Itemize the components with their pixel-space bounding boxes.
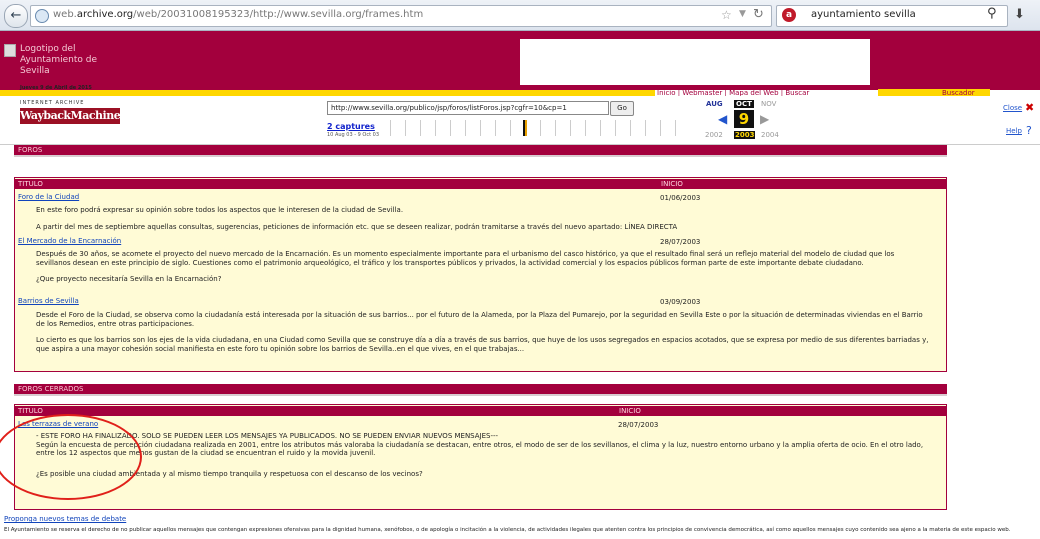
logo-alt-text: Logotipo del Ayuntamiento de Sevilla: [20, 44, 97, 76]
closed-notice: - ESTE FORO HA FINALIZADO. SOLO SE PUEDE…: [36, 432, 499, 440]
footer-disclaimer: El Ayuntamiento se reserva el derecho de…: [4, 527, 1011, 533]
month-prev[interactable]: AUG: [706, 100, 723, 108]
foro-date: 01/06/2003: [660, 194, 701, 202]
foro-date: 03/09/2003: [660, 298, 701, 306]
timeline-tick: [630, 120, 631, 136]
timeline-tick: [600, 120, 601, 136]
foro-desc-p2: ¿Es posible una ciudad ambientada y al m…: [36, 469, 423, 478]
close-link[interactable]: Close: [1003, 104, 1022, 112]
foros-col-date: INICIO: [658, 179, 947, 189]
foro-desc-p2: Lo cierto es que los barrios son los eje…: [36, 336, 929, 353]
broken-image-icon: [4, 44, 16, 57]
address-text: web.archive.org/web/20031008195323/http:…: [53, 9, 423, 20]
foro-title-link[interactable]: Barrios de Sevilla: [18, 297, 79, 305]
cerrados-col-title: TITULO: [15, 406, 616, 416]
close-icon[interactable]: ✖: [1025, 101, 1034, 114]
cerrados-section-bar: FOROS CERRADOS: [14, 384, 947, 396]
timeline-tick: [480, 120, 481, 136]
foro-description: Después de 30 años, se acomete el proyec…: [36, 250, 931, 292]
year-next: 2004: [761, 131, 779, 139]
cerrados-section-title: FOROS CERRADOS: [18, 385, 84, 393]
year-prev: 2002: [705, 131, 723, 139]
year-current: 2003: [734, 131, 756, 139]
help-icon[interactable]: ?: [1026, 124, 1032, 137]
capture-timeline[interactable]: [390, 120, 690, 136]
captures-dates: 10 Aug 03 - 9 Oct 03: [327, 132, 380, 138]
foro-desc-p2: A partir del mes de septiembre aquellas …: [36, 222, 678, 231]
timeline-tick: [450, 120, 451, 136]
timeline-tick: [555, 120, 556, 136]
search-input-text: ayuntamiento sevilla: [811, 9, 916, 20]
foro-desc-p1: Según la encuesta de percepción ciudadan…: [36, 440, 924, 458]
globe-icon: [35, 9, 49, 23]
foro-title-link[interactable]: Foro de la Ciudad: [18, 193, 79, 201]
url-path: /web/20031008195323/http://www.sevilla.o…: [133, 9, 424, 20]
red-annotation-circle: [0, 414, 142, 500]
capture-marker-current[interactable]: [523, 120, 525, 136]
propose-topics-link[interactable]: Proponga nuevos temas de debate: [4, 515, 126, 523]
timeline-tick: [420, 120, 421, 136]
foro-date: 28/07/2003: [618, 421, 659, 429]
timeline-tick: [435, 120, 436, 136]
foro-title-link[interactable]: El Mercado de la Encarnación: [18, 237, 121, 245]
timeline-tick: [465, 120, 466, 136]
wayback-logo[interactable]: WaybackMachine: [20, 108, 121, 124]
captures-link[interactable]: 2 captures: [327, 122, 375, 131]
cerrados-col-date: INICIO: [616, 406, 947, 416]
search-bar[interactable]: a ayuntamiento sevilla ⚲: [776, 5, 1008, 27]
url-domain: archive.org: [76, 9, 134, 20]
search-engine-icon[interactable]: a: [782, 8, 796, 22]
foro-desc-p1: Después de 30 años, se acomete el proyec…: [36, 250, 895, 267]
bookmark-star-icon[interactable]: ☆: [721, 8, 732, 22]
download-icon[interactable]: ⬇: [1014, 7, 1025, 22]
go-button[interactable]: Go: [610, 101, 634, 116]
foros-section-bar: FOROS: [14, 145, 947, 157]
month-next: NOV: [761, 100, 777, 108]
timeline-tick: [585, 120, 586, 136]
wayback-toolbar: INTERNET ARCHIVE WaybackMachine http://w…: [0, 96, 1040, 145]
timeline-tick: [510, 120, 511, 136]
foro-description: - ESTE FORO HA FINALIZADO. SOLO SE PUEDE…: [36, 432, 931, 486]
timeline-tick: [570, 120, 571, 136]
help-link[interactable]: Help: [1006, 127, 1022, 135]
timeline-tick: [675, 120, 676, 136]
prev-capture-icon[interactable]: ◀: [718, 112, 727, 126]
timeline-tick: [390, 120, 391, 136]
foro-desc-p2: ¿Que proyecto necesitaría Sevilla en la …: [36, 275, 222, 283]
url-prefix: web.: [53, 9, 77, 20]
timeline-tick: [615, 120, 616, 136]
timeline-tick: [405, 120, 406, 136]
foro-date: 28/07/2003: [660, 238, 701, 246]
foro-desc-p1: En este foro podrá expresar su opinión s…: [36, 206, 404, 214]
internet-archive-label: INTERNET ARCHIVE: [20, 100, 85, 106]
timeline-tick: [645, 120, 646, 136]
timeline-tick: [495, 120, 496, 136]
month-current: OCT: [734, 100, 754, 108]
foro-desc-p1: Desde el Foro de la Ciudad, se observa c…: [36, 311, 923, 328]
back-button[interactable]: ←: [4, 4, 28, 28]
header-banner: [520, 39, 870, 85]
foro-description: En este foro podrá expresar su opinión s…: [36, 206, 931, 239]
foros-section-title: FOROS: [18, 146, 43, 154]
capture-marker[interactable]: [525, 120, 527, 136]
foros-col-title: TITULO: [15, 179, 658, 189]
site-header: Logotipo del Ayuntamiento de Sevilla: [0, 31, 1040, 90]
search-icon[interactable]: ⚲: [987, 6, 997, 21]
next-capture-icon: ▶: [760, 112, 770, 126]
browser-toolbar: ← web.archive.org/web/20031008195323/htt…: [0, 0, 1040, 31]
wayback-url-input[interactable]: http://www.sevilla.org/publico/jsp/foros…: [327, 101, 609, 115]
foro-description: Desde el Foro de la Ciudad, se observa c…: [36, 311, 931, 361]
day-current: 9: [734, 110, 754, 128]
dropdown-arrow-icon[interactable]: ▼: [739, 9, 746, 19]
address-bar[interactable]: web.archive.org/web/20031008195323/http:…: [30, 5, 772, 27]
reload-icon[interactable]: ↻: [753, 7, 764, 22]
timeline-tick: [540, 120, 541, 136]
timeline-tick: [660, 120, 661, 136]
